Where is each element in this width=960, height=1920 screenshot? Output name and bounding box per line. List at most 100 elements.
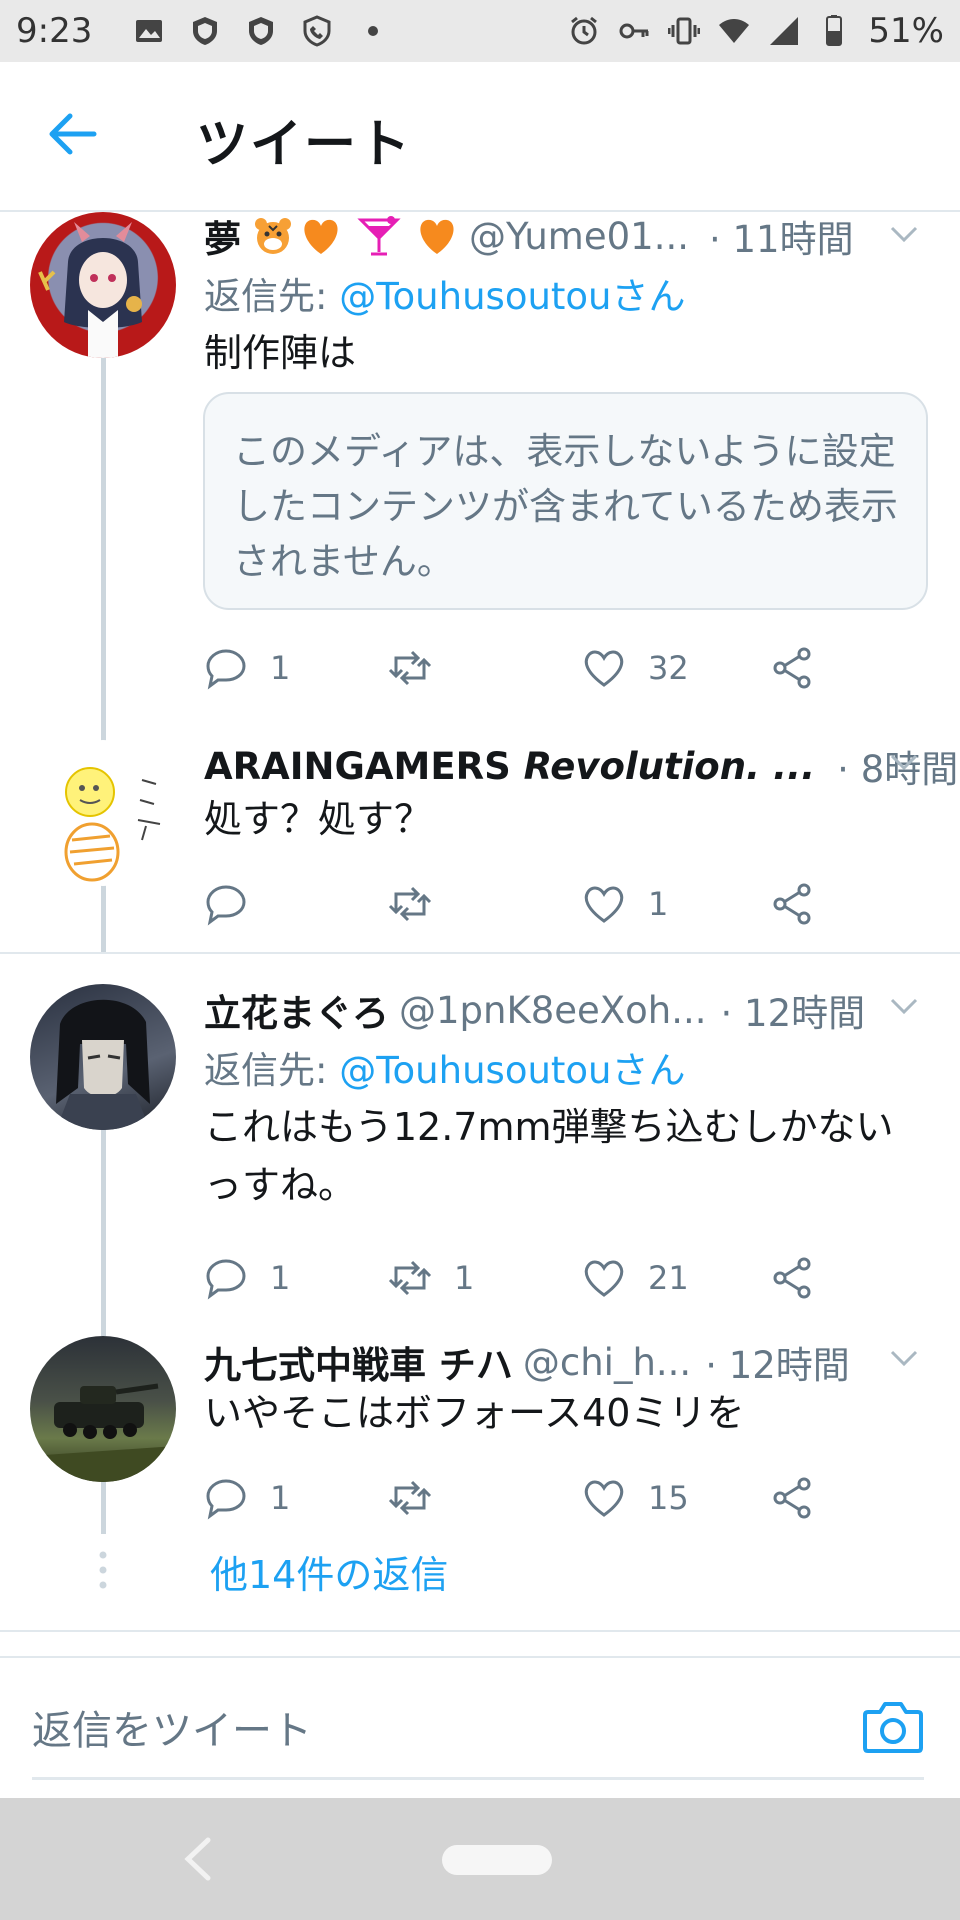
image-notification-icon	[136, 20, 162, 42]
thread-dots-icon	[99, 1551, 107, 1589]
display-name[interactable]: 夢	[204, 209, 241, 263]
tweet-actions: 1 32	[204, 640, 824, 696]
user-handle: @Yume01...	[469, 214, 689, 258]
like-button[interactable]: 15	[582, 1470, 689, 1526]
input-underline	[32, 1777, 924, 1780]
reply-to: 返信先: @Touhusoutouさん	[204, 266, 686, 320]
retweet-button[interactable]: 1	[388, 1250, 474, 1306]
share-icon	[773, 1477, 811, 1519]
reply-button[interactable]: 1	[204, 1250, 290, 1306]
heart-icon	[584, 1480, 624, 1517]
share-icon	[773, 1257, 811, 1299]
like-count: 15	[648, 1479, 689, 1517]
tweet-time: · 12時間	[705, 1344, 850, 1387]
call-notification-icon	[303, 15, 331, 47]
reply-count: 1	[270, 1479, 291, 1517]
reply-button[interactable]	[204, 876, 270, 932]
cell-signal-icon	[770, 17, 799, 45]
display-name[interactable]: ARAINGAMERS Revolution. ...	[204, 745, 815, 788]
chevron-down-icon[interactable]	[888, 990, 920, 1022]
tweet-header: ARAINGAMERS Revolution. ... · 8時間	[204, 740, 958, 792]
sensitive-media-notice[interactable]: このメディアは、表示しないように設定したコンテンツが含まれているため表示されませ…	[203, 392, 928, 610]
like-count: 32	[648, 649, 689, 687]
shield-notification-icon	[193, 17, 217, 45]
retweet-icon	[388, 886, 432, 922]
reply-icon	[206, 1479, 246, 1520]
like-button[interactable]: 1	[582, 876, 668, 932]
thread-divider	[0, 952, 960, 954]
reply-to: 返信先: @Touhusoutouさん	[204, 1040, 686, 1094]
section-divider	[0, 1630, 960, 1632]
chevron-down-icon[interactable]	[888, 1342, 920, 1374]
heart-icon	[584, 1260, 624, 1297]
reply-mention-link[interactable]: @Touhusoutouさん	[339, 275, 685, 318]
thread-line	[101, 1482, 106, 1534]
vpn-key-icon	[619, 23, 649, 39]
tweet[interactable]: 立花まぐろ @1pnK8eeXoh... · 12時間 返信先: @Touhus…	[0, 984, 960, 1336]
reply-icon	[206, 649, 246, 690]
share-button[interactable]	[770, 640, 814, 696]
reply-to-label: 返信先:	[204, 1049, 328, 1092]
tweet[interactable]: 九七式中戦車 チハ @chi_h... · 12時間 いやそこはボフォース40ミ…	[0, 1336, 960, 1536]
chevron-down-icon[interactable]	[888, 218, 920, 250]
retweet-icon	[388, 1260, 432, 1296]
tweet-text: 制作陣は	[204, 331, 357, 375]
user-handle: @1pnK8eeXoh...	[399, 988, 707, 1032]
heart-icon	[584, 886, 624, 923]
reply-icon	[206, 885, 246, 926]
reply-input[interactable]: 返信をツイート	[32, 1698, 312, 1756]
user-handle: @chi_h...	[522, 1340, 692, 1384]
retweet-icon	[388, 1480, 432, 1516]
nav-home-button[interactable]	[442, 1845, 552, 1875]
retweet-icon	[388, 650, 432, 686]
nav-back-icon[interactable]	[180, 1836, 216, 1882]
retweet-button[interactable]	[388, 640, 454, 696]
share-button[interactable]	[770, 1470, 814, 1526]
tweet-header: 九七式中戦車 チハ @chi_h... · 12時間	[204, 1336, 944, 1388]
like-button[interactable]: 21	[582, 1250, 689, 1306]
display-name[interactable]: 立花まぐろ	[204, 983, 389, 1037]
tiger-emoji-icon	[255, 218, 291, 254]
avatar[interactable]	[30, 1336, 176, 1482]
cocktail-emoji-icon	[357, 216, 401, 256]
arrow-left-icon	[49, 113, 97, 155]
tweet-header: 立花まぐろ @1pnK8eeXoh... · 12時間	[204, 984, 944, 1036]
more-replies-link[interactable]: 他14件の返信	[210, 1544, 448, 1599]
reply-mention-link[interactable]: @Touhusoutouさん	[339, 1049, 685, 1092]
orange-heart-icon-2	[420, 219, 454, 254]
display-name[interactable]: 九七式中戦車 チハ	[204, 1335, 513, 1389]
tweet-actions: 1	[204, 876, 824, 932]
back-button[interactable]	[44, 110, 102, 158]
display-name-text: ARAINGAMERS	[204, 744, 511, 788]
retweet-button[interactable]	[388, 1470, 454, 1526]
share-icon	[773, 647, 811, 689]
page-title: ツイート	[196, 115, 413, 175]
avatar-image	[64, 767, 161, 882]
tweet-actions: 1 1 21	[204, 1250, 824, 1306]
tweet[interactable]: ARAINGAMERS Revolution. ... · 8時間 処す？処す？…	[0, 740, 960, 950]
share-button[interactable]	[770, 876, 814, 932]
avatar[interactable]	[30, 212, 176, 358]
more-notifications-dot-icon	[368, 26, 378, 36]
wifi-icon	[719, 19, 750, 43]
reply-count: 1	[270, 649, 291, 687]
share-button[interactable]	[770, 1250, 814, 1306]
like-button[interactable]: 32	[582, 640, 689, 696]
heart-icon	[584, 650, 624, 687]
chevron-down-icon[interactable]	[888, 746, 920, 778]
camera-icon[interactable]	[862, 1698, 924, 1754]
shield-notification-icon-2	[249, 17, 273, 45]
retweet-button[interactable]	[388, 876, 454, 932]
share-icon	[773, 883, 811, 925]
tweet-text: これはもう12.7mm弾撃ち込むしかないっすね。	[204, 1105, 894, 1207]
reply-button[interactable]: 1	[204, 640, 290, 696]
avatar[interactable]	[30, 984, 176, 1130]
alarm-icon	[571, 16, 598, 45]
avatar-image	[56, 999, 150, 1130]
reply-count: 1	[270, 1259, 291, 1297]
tweet-text: いやそこはボフォース40ミリを	[204, 1391, 745, 1435]
status-time: 9:23	[16, 11, 93, 51]
orange-heart-icon	[304, 219, 338, 254]
reply-button[interactable]: 1	[204, 1470, 290, 1526]
avatar[interactable]	[30, 740, 176, 886]
